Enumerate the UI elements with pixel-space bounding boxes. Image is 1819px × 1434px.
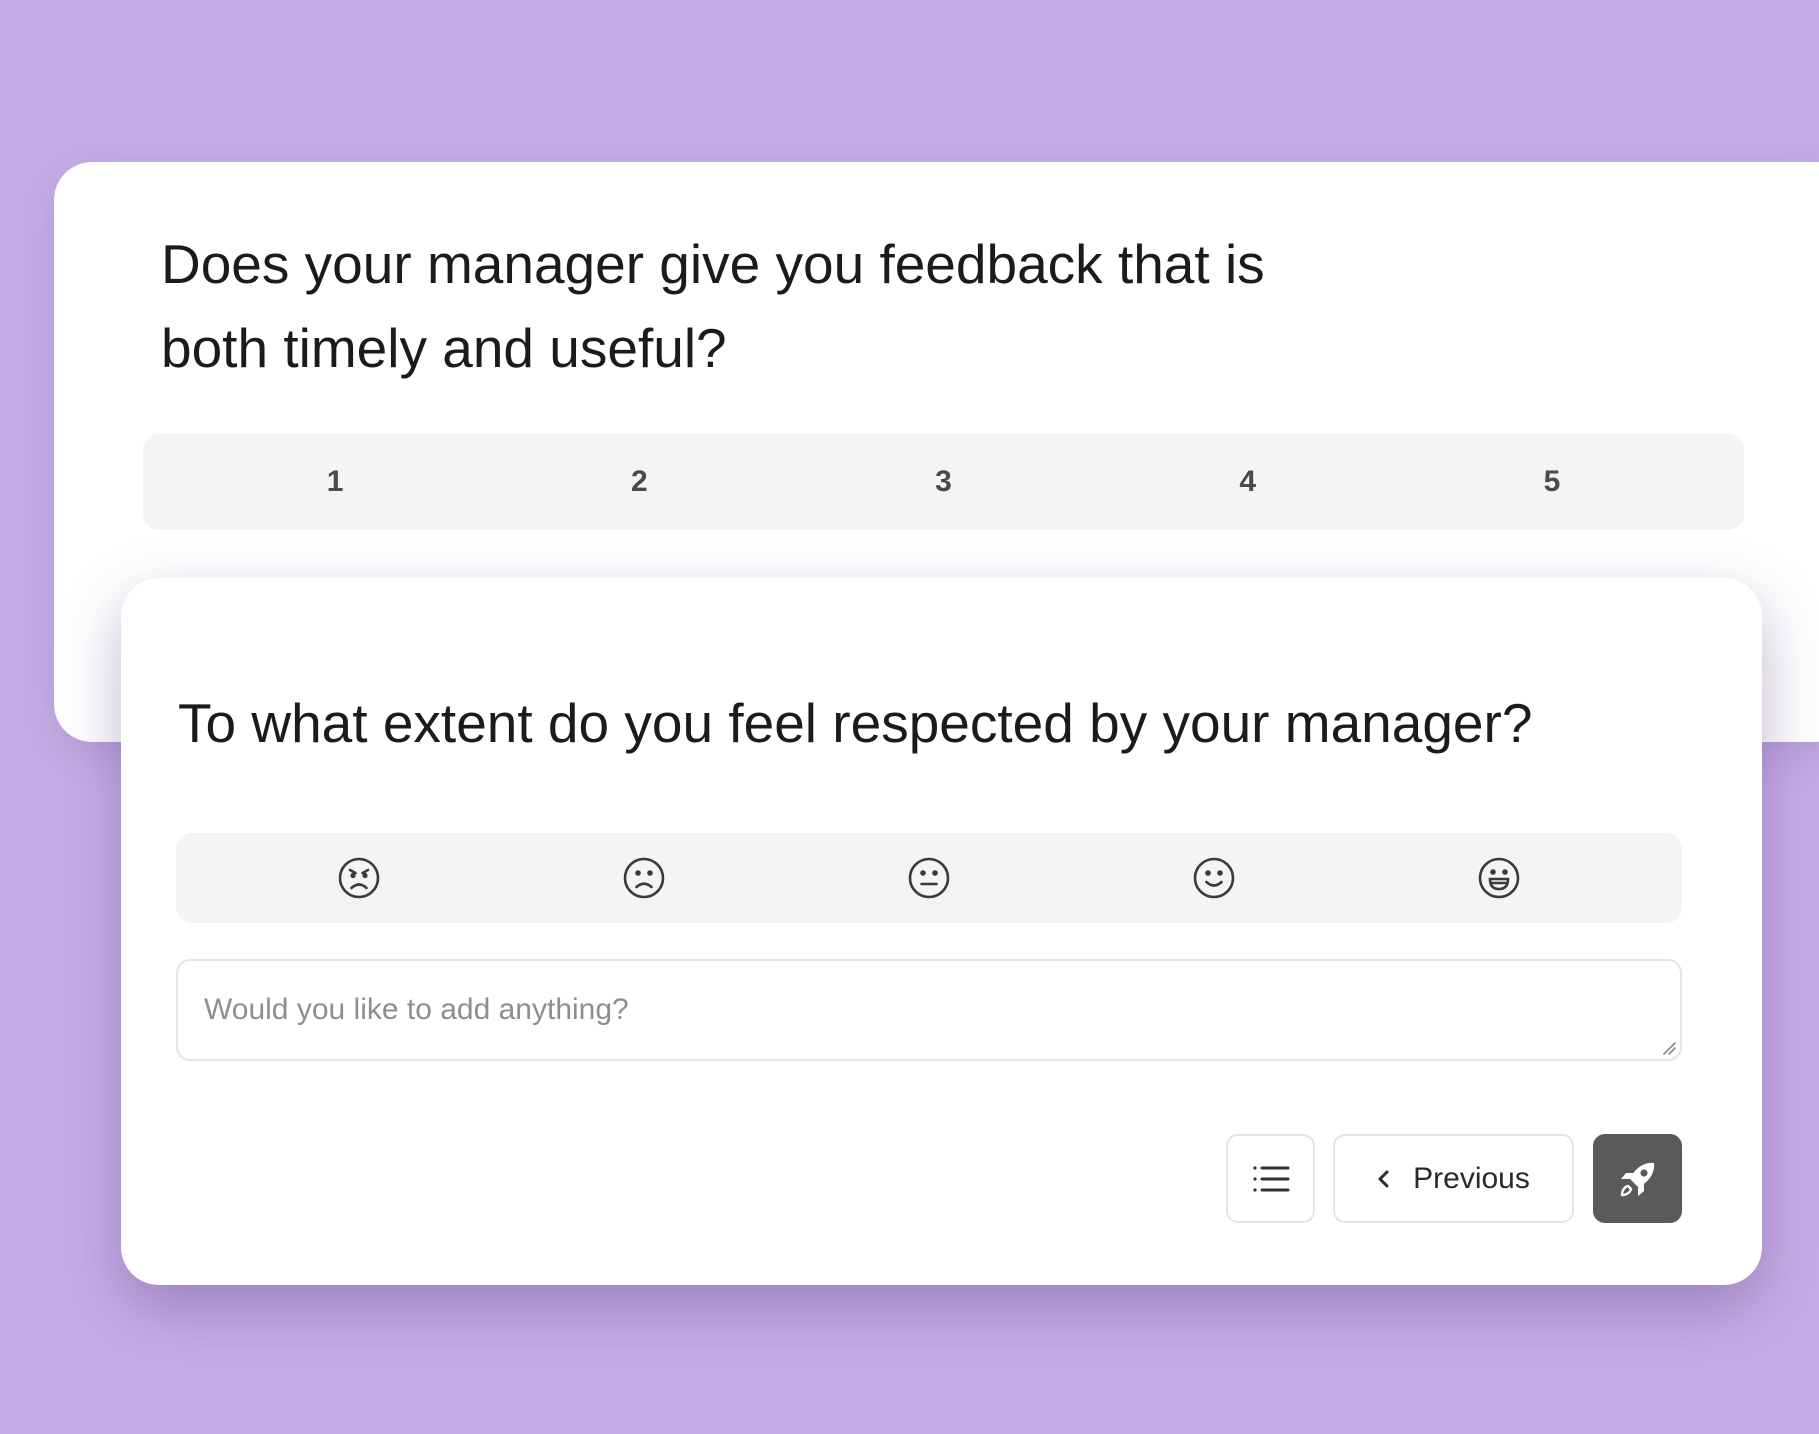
comment-field bbox=[176, 959, 1682, 1061]
question-list-button[interactable] bbox=[1226, 1134, 1315, 1223]
rating-scale: 1 2 3 4 5 bbox=[143, 434, 1744, 530]
rocket-icon bbox=[1620, 1162, 1654, 1196]
rating-option-3[interactable]: 3 bbox=[791, 465, 1095, 499]
comment-input[interactable] bbox=[178, 961, 1680, 1059]
smiling-face-icon[interactable] bbox=[1072, 856, 1357, 900]
previous-label: Previous bbox=[1413, 1161, 1530, 1195]
chevron-left-icon bbox=[1378, 1170, 1389, 1187]
rating-option-1[interactable]: 1 bbox=[183, 465, 487, 499]
rating-option-4[interactable]: 4 bbox=[1096, 465, 1400, 499]
previous-button[interactable]: Previous bbox=[1333, 1134, 1574, 1223]
resize-handle-icon[interactable] bbox=[1660, 1039, 1676, 1055]
rating-option-2[interactable]: 2 bbox=[487, 465, 791, 499]
survey-card-front: To what extent do you feel respected by … bbox=[121, 578, 1762, 1285]
grinning-face-icon[interactable] bbox=[1357, 856, 1642, 900]
neutral-face-icon[interactable] bbox=[786, 856, 1071, 900]
question-title: Does your manager give you feedback that… bbox=[161, 233, 1265, 379]
submit-button[interactable] bbox=[1593, 1134, 1682, 1223]
angry-face-icon[interactable] bbox=[216, 856, 501, 900]
list-icon bbox=[1252, 1165, 1289, 1192]
question-title: To what extent do you feel respected by … bbox=[178, 692, 1533, 754]
sad-face-icon[interactable] bbox=[501, 856, 786, 900]
emoji-rating-scale bbox=[176, 833, 1682, 923]
rating-option-5[interactable]: 5 bbox=[1400, 465, 1704, 499]
